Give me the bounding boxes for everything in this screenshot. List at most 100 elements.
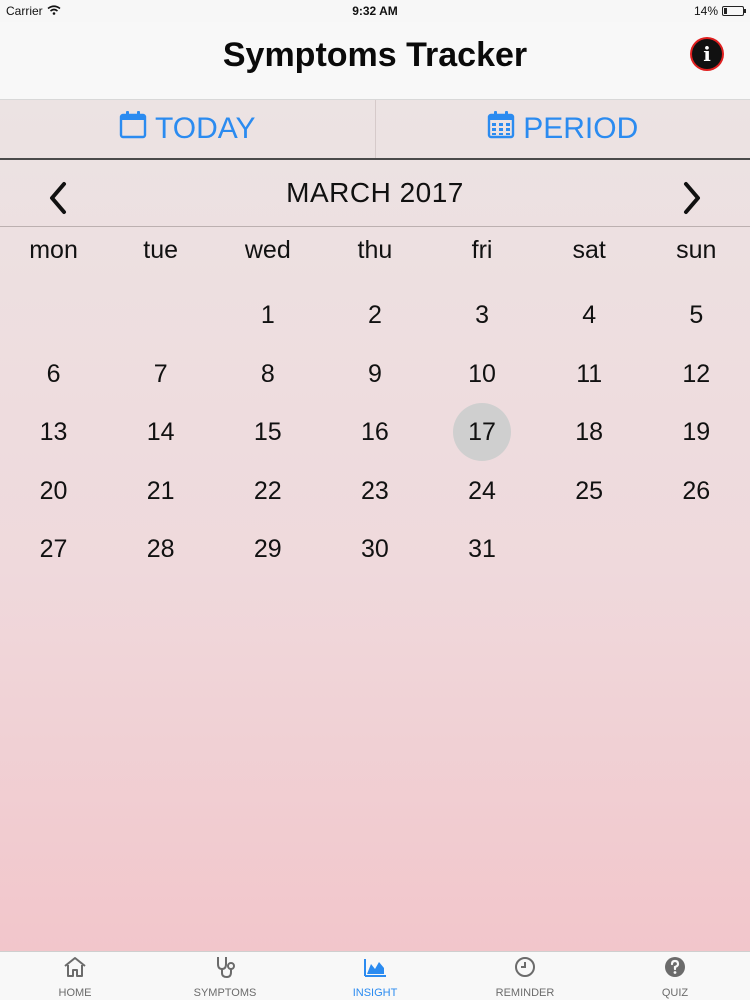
calendar-day[interactable]: 18	[560, 403, 618, 461]
calendar-week: 27 28 29 30 31	[0, 520, 750, 579]
calendar-day[interactable]: 8	[239, 345, 297, 403]
calendar-grid-icon	[487, 110, 515, 148]
calendar-cell	[536, 520, 643, 579]
calendar-cell: 15	[214, 403, 321, 462]
tab-reminder[interactable]: REMINDER	[450, 952, 600, 1000]
calendar-cell: 26	[643, 462, 750, 521]
calendar-day[interactable]: 16	[346, 403, 404, 461]
status-time: 9:32 AM	[352, 4, 398, 18]
calendar-cell	[107, 286, 214, 345]
calendar-day[interactable]: 4	[560, 286, 618, 344]
tab-home[interactable]: HOME	[0, 952, 150, 1000]
page-title: Symptoms Tracker	[222, 36, 528, 74]
calendar-day[interactable]: 28	[132, 520, 190, 578]
view-segment: TODAY PERIOD	[0, 100, 750, 160]
calendar-day[interactable]: 21	[132, 462, 190, 520]
calendar-day[interactable]: 24	[453, 462, 511, 520]
calendar-cell: 22	[214, 462, 321, 521]
tab-label: QUIZ	[661, 987, 689, 999]
calendar-cell: 31	[429, 520, 536, 579]
calendar-week: 6 7 8 9 10 11 12	[0, 345, 750, 404]
calendar-cell: 4	[536, 286, 643, 345]
tab-label: INSIGHT	[352, 987, 398, 999]
calendar-grid: 1 2 3 4 5 6 7 8 9 10 11 12 13 14 15 16 17 18 19 20 21 22 23 24 2…	[0, 286, 750, 579]
weekday-label: fri	[471, 236, 493, 264]
calendar-day[interactable]: 29	[239, 520, 297, 578]
calendar-day[interactable]: 23	[346, 462, 404, 520]
calendar-day[interactable]: 6	[25, 345, 83, 403]
calendar-cell: 6	[0, 345, 107, 404]
chevron-right-icon[interactable]	[676, 178, 706, 218]
tab-label: REMINDER	[495, 987, 555, 999]
nav-bar: Symptoms Tracker i	[0, 22, 750, 100]
tab-quiz[interactable]: QUIZ	[600, 952, 750, 1000]
calendar-day[interactable]: 7	[132, 345, 190, 403]
weekday-label: tue	[143, 236, 179, 264]
main-content: TODAY PERIOD MARCH 2017 mon tue wed thu fri s…	[0, 100, 750, 952]
calendar-day-selected[interactable]: 17	[453, 403, 512, 461]
calendar-cell: 23	[321, 462, 428, 521]
calendar-cell: 30	[321, 520, 428, 579]
calendar-cell: 5	[643, 286, 750, 345]
calendar-day[interactable]: 3	[453, 286, 511, 344]
calendar-day[interactable]: 11	[560, 345, 618, 403]
calendar-day[interactable]: 19	[667, 403, 725, 461]
calendar-cell: 10	[429, 345, 536, 404]
calendar-cell: 3	[429, 286, 536, 345]
calendar-cell: 18	[536, 403, 643, 462]
tab-symptoms[interactable]: SYMPTOMS	[150, 952, 300, 1000]
battery-percent: 14%	[693, 4, 718, 18]
calendar-cell: 20	[0, 462, 107, 521]
calendar-day[interactable]: 10	[453, 345, 511, 403]
month-title: MARCH 2017	[286, 177, 464, 208]
weekday-label: wed	[244, 236, 291, 264]
calendar-day[interactable]: 14	[132, 403, 190, 461]
calendar-cell: 2	[321, 286, 428, 345]
battery-icon	[722, 6, 746, 16]
battery-indicator: 14%	[693, 4, 746, 18]
calendar-day[interactable]: 22	[239, 462, 297, 520]
tab-insight[interactable]: INSIGHT	[300, 952, 450, 1000]
calendar-week: 20 21 22 23 24 25 26	[0, 462, 750, 521]
calendar-day[interactable]: 9	[346, 345, 404, 403]
calendar-cell: 17	[429, 403, 536, 462]
weekday-label: sun	[676, 236, 717, 264]
info-icon[interactable]: i	[692, 39, 722, 69]
calendar-day[interactable]: 27	[25, 520, 83, 578]
weekday-label: thu	[357, 236, 393, 264]
calendar-cell: 9	[321, 345, 428, 404]
clock-icon	[512, 954, 538, 985]
calendar-cell: 21	[107, 462, 214, 521]
calendar-day[interactable]: 1	[239, 286, 297, 344]
area-chart-icon	[362, 954, 388, 985]
calendar-cell: 11	[536, 345, 643, 404]
calendar-day[interactable]: 2	[346, 286, 404, 344]
calendar-cell: 7	[107, 345, 214, 404]
calendar-cell: 27	[0, 520, 107, 579]
period-button[interactable]: PERIOD	[374, 100, 750, 158]
calendar-day[interactable]: 13	[25, 403, 83, 461]
calendar-cell: 29	[214, 520, 321, 579]
calendar-day[interactable]: 20	[25, 462, 83, 520]
status-bar: Carrier 9:32 AM 14%	[0, 0, 750, 22]
calendar-cell: 16	[321, 403, 428, 462]
calendar-week: 12345	[0, 286, 750, 345]
calendar-day[interactable]: 5	[667, 286, 725, 344]
calendar-day[interactable]: 12	[667, 345, 725, 403]
calendar-day[interactable]: 26	[667, 462, 725, 520]
calendar-cell: 24	[429, 462, 536, 521]
tab-label: SYMPTOMS	[193, 987, 257, 999]
weekday-label: sat	[572, 236, 606, 264]
calendar-week: 13 14 15 16 17 18 19	[0, 403, 750, 462]
calendar-day[interactable]: 25	[560, 462, 618, 520]
calendar-day[interactable]: 30	[346, 520, 404, 578]
calendar-cell: 28	[107, 520, 214, 579]
tab-bar: HOME SYMPTOMS INSIGHT REMINDER QUIZ	[0, 951, 750, 1000]
calendar-day[interactable]: 31	[453, 520, 511, 578]
tab-label: HOME	[58, 987, 92, 999]
today-button[interactable]: TODAY	[0, 100, 375, 158]
weekday-header: mon tue wed thu fri sat sun	[0, 236, 750, 276]
today-label: TODAY	[154, 112, 256, 145]
calendar-cell: 12	[643, 345, 750, 404]
calendar-day[interactable]: 15	[239, 403, 297, 461]
